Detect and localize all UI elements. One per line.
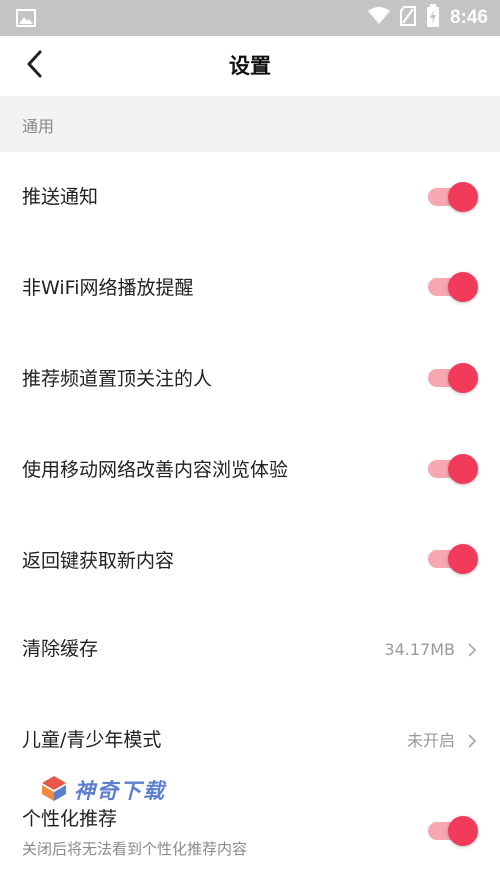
non-wifi-reminder-toggle[interactable] (428, 270, 478, 304)
pin-followed-toggle[interactable] (428, 361, 478, 395)
chevron-right-icon (468, 604, 476, 695)
watermark: 神奇下载 (40, 774, 166, 806)
kids-mode-status: 未开启 (406, 731, 455, 750)
status-icons: 8:46 (367, 0, 488, 36)
row-label: 推荐频道置顶关注的人 (22, 368, 213, 390)
row-label: 返回键获取新内容 (22, 550, 175, 572)
push-notification-toggle[interactable] (428, 180, 478, 214)
back-arrow-icon (26, 50, 42, 82)
row-label: 推送通知 (22, 186, 99, 208)
row-label: 儿童/青少年模式 (22, 729, 162, 751)
back-button[interactable] (14, 48, 54, 84)
section-header-general: 通用 (0, 96, 500, 152)
chevron-right-icon (468, 695, 476, 786)
status-bar: 8:46 (0, 0, 500, 36)
row-kids-mode[interactable]: 儿童/青少年模式 未开启 (0, 695, 500, 786)
page-title: 设置 (229, 54, 271, 78)
header: 设置 (0, 36, 500, 96)
cache-size: 34.17MB (384, 640, 455, 659)
back-key-refresh-toggle[interactable] (428, 542, 478, 576)
personalized-recommendation-toggle[interactable] (428, 814, 478, 848)
row-non-wifi-reminder[interactable]: 非WiFi网络播放提醒 (0, 243, 500, 334)
row-mobile-network-improve[interactable]: 使用移动网络改善内容浏览体验 (0, 425, 500, 516)
row-back-key-refresh[interactable]: 返回键获取新内容 (0, 516, 500, 607)
row-label: 个性化推荐 (22, 808, 118, 830)
section-label: 通用 (22, 117, 55, 136)
status-time: 8:46 (449, 7, 488, 28)
sim-icon (399, 6, 416, 30)
mobile-network-improve-toggle[interactable] (428, 452, 478, 486)
row-sublabel: 关闭后将无法看到个性化推荐内容 (22, 840, 248, 858)
watermark-text: 神奇下载 (74, 779, 166, 803)
battery-icon (426, 4, 440, 32)
row-label: 使用移动网络改善内容浏览体验 (22, 459, 289, 481)
row-clear-cache[interactable]: 清除缓存 34.17MB (0, 604, 500, 695)
image-icon (16, 9, 36, 31)
row-pin-followed[interactable]: 推荐频道置顶关注的人 (0, 334, 500, 425)
row-push-notification[interactable]: 推送通知 (0, 152, 500, 243)
row-label: 清除缓存 (22, 638, 99, 660)
wifi-icon (367, 7, 390, 29)
logo-icon (40, 774, 68, 806)
row-label: 非WiFi网络播放提醒 (22, 277, 194, 299)
